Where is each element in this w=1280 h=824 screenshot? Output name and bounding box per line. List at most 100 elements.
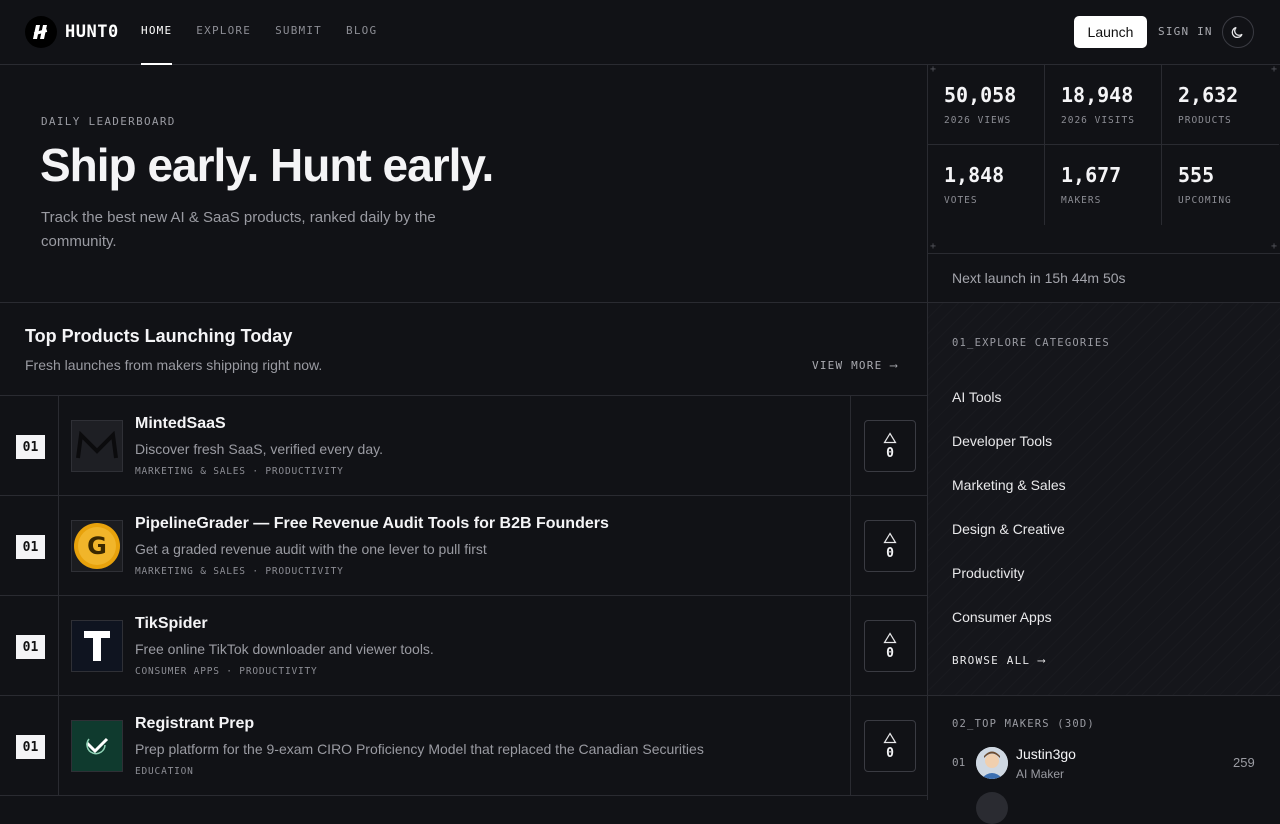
stat-value: 50,058 [944,83,1017,107]
upvote-button[interactable]: 0 [864,520,916,572]
hero-section: DAILY LEADERBOARD Ship early. Hunt early… [0,65,928,303]
avatar[interactable] [976,747,1008,779]
rank-badge: 01 [16,535,45,559]
maker-name[interactable]: Justin3go [1016,746,1076,762]
stat-label: MAKERS [1061,195,1102,206]
rank-cell: 01 [0,696,59,796]
main-nav: HOME EXPLORE SUBMIT BLOG [141,0,377,65]
upvote-button[interactable]: 0 [864,720,916,772]
nav-submit[interactable]: SUBMIT [275,0,322,65]
view-more-link[interactable]: VIEW MORE ⟶ [812,359,898,372]
logo-icon [25,16,57,48]
product-logo [71,720,123,772]
hero-subtitle: Track the best new AI & SaaS products, r… [41,209,436,250]
product-row[interactable]: 01 TikSpider Free online TikTok download… [0,596,928,696]
product-name[interactable]: TikSpider [135,615,208,633]
avatar[interactable] [976,792,1008,824]
upvote-button[interactable]: 0 [864,620,916,672]
product-description: Prep platform for the 9-exam CIRO Profic… [135,741,704,757]
product-name[interactable]: PipelineGrader — Free Revenue Audit Tool… [135,515,609,533]
vote-cell: 0 [850,396,928,496]
upvote-triangle-icon [883,531,897,543]
hero-eyebrow: DAILY LEADERBOARD [41,115,176,128]
stat-value: 1,848 [944,163,1005,187]
rank-badge: 01 [16,735,45,759]
stats-grid: + + 50,058 2026 VIEWS 18,948 2026 VISITS… [928,64,1280,253]
nav-home[interactable]: HOME [141,0,173,65]
category-ai-tools[interactable]: AI Tools [952,389,1002,405]
rank-cell: 01 [0,596,59,696]
categories-panel: 01_EXPLORE CATEGORIES AI Tools Developer… [928,303,1280,696]
upvote-triangle-icon [883,431,897,443]
stat-upcoming: 555 UPCOMING [1162,145,1279,225]
category-developer-tools[interactable]: Developer Tools [952,433,1052,449]
svg-text:G: G [87,532,107,560]
maker-rank: 01 [952,756,966,769]
moon-icon [1231,26,1243,38]
products-section: Top Products Launching Today Fresh launc… [0,303,928,800]
vote-cell: 0 [850,496,928,596]
stat-views: 50,058 2026 VIEWS [928,65,1045,145]
rank-cell: 01 [0,496,59,596]
stat-value: 555 [1178,163,1215,187]
vote-cell: 0 [850,696,928,796]
nav-explore[interactable]: EXPLORE [196,0,251,65]
product-tags: EDUCATION [135,766,194,777]
vote-cell: 0 [850,596,928,696]
product-row[interactable]: 01 Registrant Prep Prep platform for the… [0,696,928,796]
stat-value: 1,677 [1061,163,1122,187]
vote-count: 0 [886,745,894,761]
category-design-creative[interactable]: Design & Creative [952,521,1065,537]
theme-toggle-button[interactable] [1222,16,1254,48]
stat-votes: 1,848 VOTES [928,145,1045,225]
maker-role: AI Maker [1016,767,1065,781]
product-name[interactable]: MintedSaaS [135,415,226,433]
product-logo [71,620,123,672]
nav-blog[interactable]: BLOG [346,0,377,65]
category-marketing-sales[interactable]: Marketing & Sales [952,477,1066,493]
rank-badge: 01 [16,435,45,459]
stat-label: VOTES [944,195,978,206]
hero-title: Ship early. Hunt early. [40,139,494,191]
brand-name: HUNT0 [65,22,119,42]
stat-label: UPCOMING [1178,195,1232,206]
stat-label: 2026 VISITS [1061,115,1135,126]
stat-value: 2,632 [1178,83,1239,107]
launch-button[interactable]: Launch [1074,16,1147,48]
product-tags: MARKETING & SALES · PRODUCTIVITY [135,466,344,477]
product-description: Discover fresh SaaS, verified every day. [135,441,383,457]
upvote-triangle-icon [883,731,897,743]
brand-logo[interactable]: HUNT0 [25,16,119,48]
product-logo [71,420,123,472]
browse-all-link[interactable]: BROWSE ALL ⟶ [952,654,1046,667]
upvote-button[interactable]: 0 [864,420,916,472]
stat-label: 2026 VIEWS [944,115,1012,126]
categories-heading: 01_EXPLORE CATEGORIES [952,337,1110,349]
stat-label: PRODUCTS [1178,115,1232,126]
stat-value: 18,948 [1061,83,1134,107]
product-tags: CONSUMER APPS · PRODUCTIVITY [135,666,318,677]
vote-count: 0 [886,445,894,461]
product-description: Get a graded revenue audit with the one … [135,541,487,557]
rank-badge: 01 [16,635,45,659]
stat-makers: 1,677 MAKERS [1045,145,1162,225]
product-logo: G [71,520,123,572]
stat-products: 2,632 PRODUCTS [1162,65,1279,145]
product-row[interactable]: 01 MintedSaaS Discover fresh SaaS, verif… [0,396,928,496]
corner-plus: + [930,241,937,252]
maker-score: 259 [1233,755,1255,770]
product-description: Free online TikTok downloader and viewer… [135,641,434,657]
corner-plus: + [1271,241,1278,252]
vote-count: 0 [886,545,894,561]
vote-count: 0 [886,645,894,661]
product-name[interactable]: Registrant Prep [135,715,254,733]
sign-in-link[interactable]: SIGN IN [1158,25,1213,38]
stat-visits: 18,948 2026 VISITS [1045,65,1162,145]
next-launch-countdown: Next launch in 15h 44m 50s [928,253,1280,303]
section-title: Top Products Launching Today [25,326,293,346]
category-consumer-apps[interactable]: Consumer Apps [952,609,1052,625]
category-productivity[interactable]: Productivity [952,565,1024,581]
product-row[interactable]: 01 G PipelineGrader — Free Revenue Audit… [0,496,928,596]
upvote-triangle-icon [883,631,897,643]
makers-heading: 02_TOP MAKERS (30D) [952,718,1095,730]
